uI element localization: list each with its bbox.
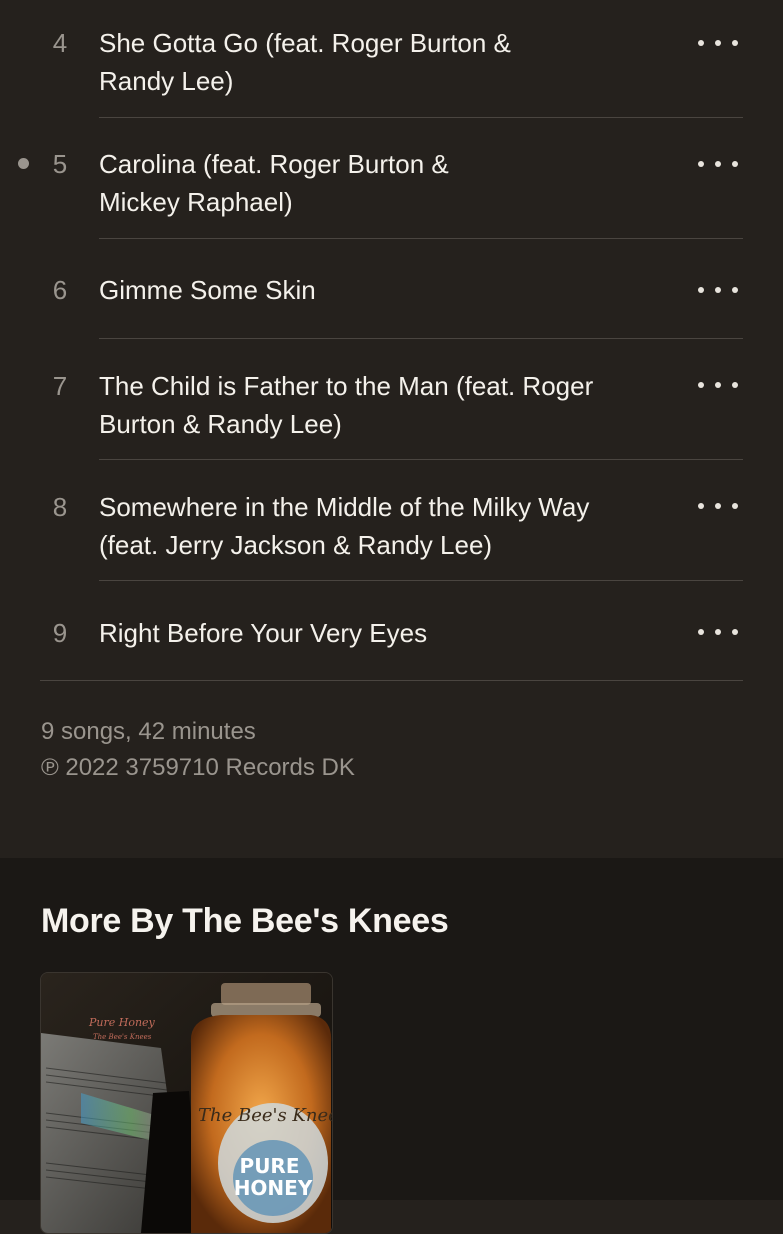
track-number: 4 xyxy=(52,28,68,58)
jar-label-text: PURE HONEY xyxy=(234,1154,313,1200)
track-row[interactable]: 7 The Child is Father to the Man (feat. … xyxy=(0,367,783,462)
jar-script-text: The Bee's Knees xyxy=(198,1105,332,1126)
more-by-artist-section: More By The Bee's Knees The Bee's Kne PU… xyxy=(0,858,783,1234)
track-number: 8 xyxy=(52,492,68,522)
track-divider xyxy=(99,580,743,581)
track-divider xyxy=(99,117,743,118)
track-row[interactable]: 9 Right Before Your Very Eyes xyxy=(0,614,783,674)
more-options-ellipsis-icon[interactable] xyxy=(698,622,738,642)
playing-dot-icon xyxy=(18,158,29,169)
album-summary: 9 songs, 42 minutes xyxy=(41,718,256,745)
track-list: 4 She Gotta Go (feat. Roger Burton & Ran… xyxy=(0,0,783,858)
section-heading[interactable]: More By The Bee's Knees xyxy=(41,902,449,941)
cover-title-text: Pure Honey xyxy=(88,1016,156,1029)
track-title: Somewhere in the Middle of the Milky Way… xyxy=(99,492,590,560)
more-options-ellipsis-icon[interactable] xyxy=(698,33,738,53)
track-divider xyxy=(99,338,743,339)
track-title: Right Before Your Very Eyes xyxy=(99,618,428,648)
track-row[interactable]: 8 Somewhere in the Middle of the Milky W… xyxy=(0,488,783,583)
more-options-ellipsis-icon[interactable] xyxy=(698,280,738,300)
track-title: Gimme Some Skin xyxy=(99,275,316,305)
album-cover-art: The Bee's Knees PURE HONEY Pure Honey Th… xyxy=(41,973,332,1233)
track-title: The Child is Father to the Man (feat. Ro… xyxy=(99,371,594,439)
track-title: She Gotta Go (feat. Roger Burton & Randy… xyxy=(99,28,511,96)
track-divider xyxy=(99,459,743,460)
more-options-ellipsis-icon[interactable] xyxy=(698,375,738,395)
album-card-pure-honey[interactable]: The Bee's Knees PURE HONEY Pure Honey Th… xyxy=(40,972,333,1234)
track-number: 9 xyxy=(52,618,68,648)
track-row[interactable]: 6 Gimme Some Skin xyxy=(0,271,783,331)
track-number: 7 xyxy=(52,371,68,401)
track-row-now-playing[interactable]: 5 Carolina (feat. Roger Burton & Mickey … xyxy=(0,145,783,240)
track-row[interactable]: 4 She Gotta Go (feat. Roger Burton & Ran… xyxy=(0,24,783,119)
more-options-ellipsis-icon[interactable] xyxy=(698,154,738,174)
track-title: Carolina (feat. Roger Burton & Mickey Ra… xyxy=(99,149,449,217)
track-divider xyxy=(99,238,743,239)
more-options-ellipsis-icon[interactable] xyxy=(698,496,738,516)
album-copyright: ℗ 2022 3759710 Records DK xyxy=(41,754,355,781)
track-number: 6 xyxy=(52,275,68,305)
cover-artist-text: The Bee's Knees xyxy=(93,1033,152,1041)
tracklist-end-divider xyxy=(40,680,743,681)
track-number: 5 xyxy=(52,149,68,179)
